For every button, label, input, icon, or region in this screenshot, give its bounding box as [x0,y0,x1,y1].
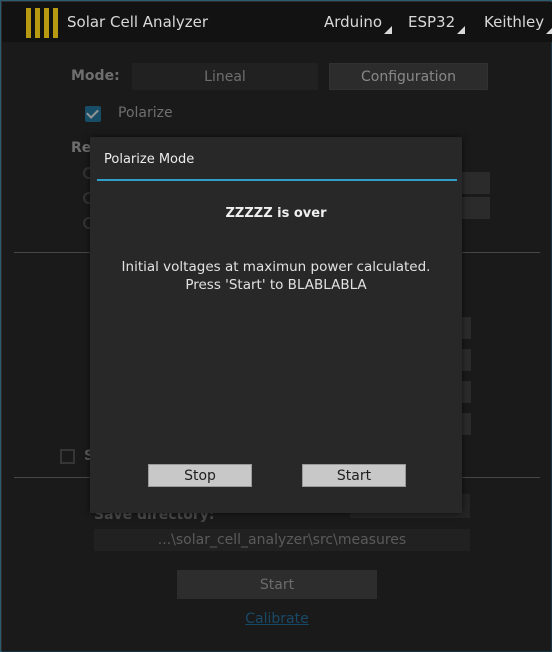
polarize-mode-dialog: Polarize Mode ZZZZZ is over Initial volt… [90,137,462,513]
dialog-title: Polarize Mode [104,152,195,167]
dialog-heading: ZZZZZ is over [225,206,327,221]
dialog-message: Initial voltages at maximun power calcul… [121,259,431,293]
stop-button[interactable]: Stop [148,464,252,487]
app-window: Solar Cell Analyzer Arduino ESP32 Keithl… [0,0,552,652]
dialog-start-button[interactable]: Start [302,464,406,487]
dialog-title-underline [97,179,457,181]
